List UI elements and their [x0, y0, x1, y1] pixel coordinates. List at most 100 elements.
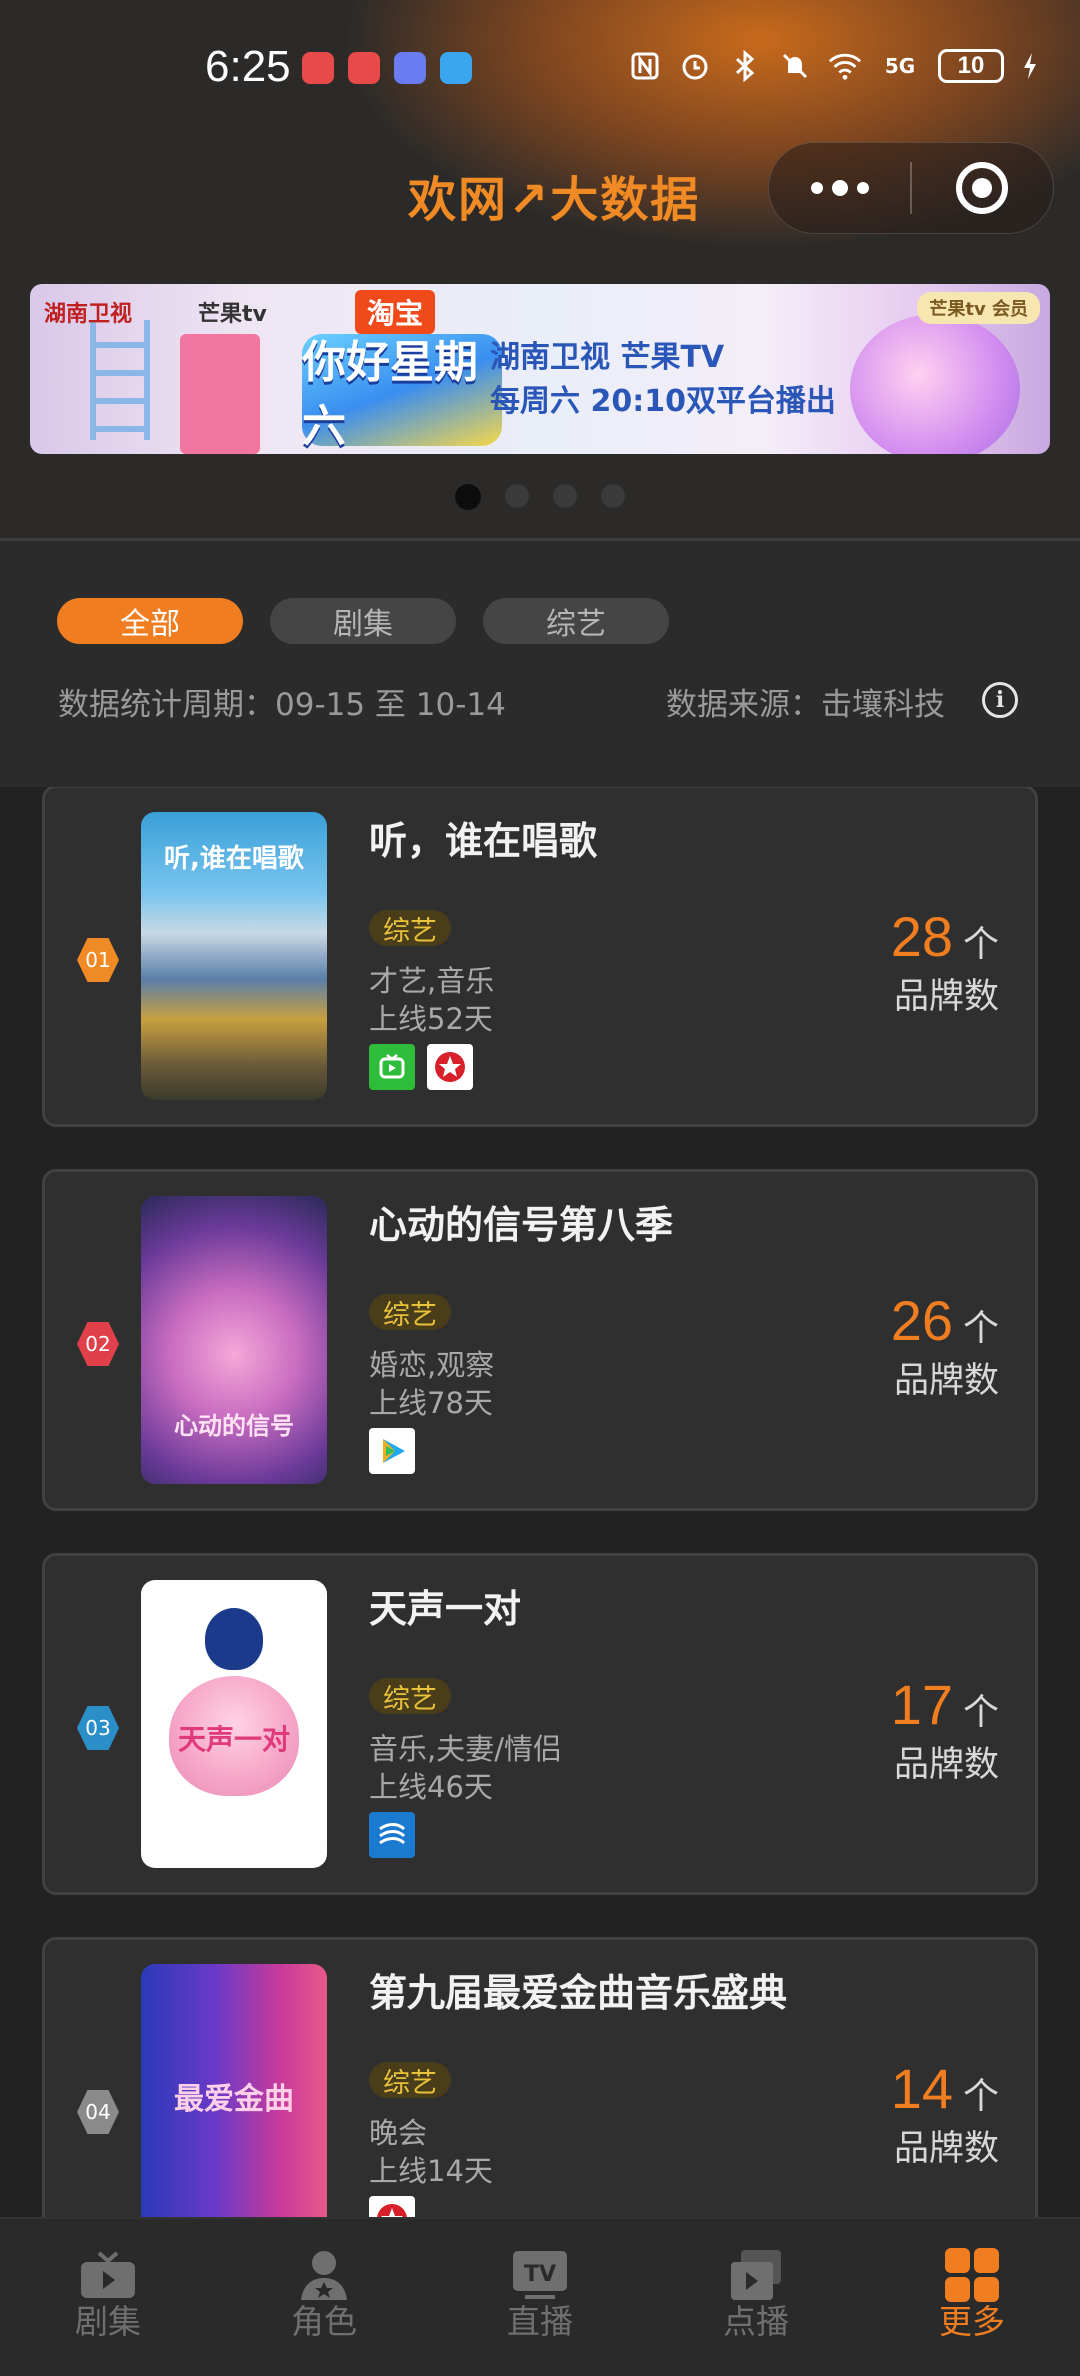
- more-dots-icon[interactable]: [769, 142, 910, 234]
- alarm-icon: [678, 49, 712, 83]
- huawei-app-icon: [348, 52, 380, 84]
- brand-count: 17 个: [891, 1672, 999, 1737]
- brand-count-unit: 个: [962, 2076, 999, 2117]
- ranking-card[interactable]: 02 心动的信号 心动的信号第八季 综艺 婚恋,观察 上线78天 26 个 品牌…: [42, 1169, 1038, 1511]
- status-time: 6:25: [205, 42, 291, 91]
- tv-icon: [78, 2247, 138, 2303]
- show-genres: 晚会: [369, 2116, 428, 2150]
- data-source: 数据来源：击壤科技: [666, 687, 945, 723]
- category-tag: 综艺: [369, 2062, 451, 2099]
- mango-tv-logo: 芒果tv: [198, 302, 267, 327]
- brand-count-value: 28: [890, 905, 953, 968]
- header: 6:25 5G 10 欢网↗大数据 湖南卫视 芒果tv 你好星期六 淘宝 湖南卫…: [0, 0, 1080, 540]
- show-genres: 婚恋,观察: [369, 1348, 495, 1382]
- platform-list: [369, 1812, 415, 1858]
- category-tag: 综艺: [369, 1294, 451, 1331]
- brand-count-label: 品牌数: [893, 1745, 999, 1785]
- brand-count-value: 26: [890, 1289, 953, 1352]
- brand-count: 26 个: [891, 1288, 999, 1353]
- banner-pagination: [455, 484, 625, 510]
- brand-count-label: 品牌数: [893, 977, 999, 1017]
- pagination-dot[interactable]: [553, 484, 577, 508]
- pagination-dot[interactable]: [455, 484, 481, 510]
- rank-badge: 02: [77, 1322, 119, 1366]
- ranking-card[interactable]: 04 最爱金曲 第九届最爱金曲音乐盛典 综艺 晚会 上线14天 14 个 品牌数: [42, 1937, 1038, 2217]
- huawei-app-icon: [302, 52, 334, 84]
- grid-icon: [942, 2247, 1002, 2303]
- banner-ladder-graphic: [90, 320, 150, 440]
- svg-text:TV: TV: [524, 2262, 556, 2287]
- filter-section: 全部 剧集 综艺 数据统计周期：09-15 至 10-14 数据来源：击壤科技 …: [0, 541, 1080, 787]
- show-genres: 才艺,音乐: [369, 964, 495, 998]
- show-poster: 最爱金曲: [141, 1964, 327, 2217]
- dragon-tv-icon: [369, 2196, 415, 2217]
- rank-badge: 03: [77, 1706, 119, 1750]
- mango-member-badge: 芒果tv 会员: [917, 292, 1040, 324]
- brand-count-unit: 个: [962, 1308, 999, 1349]
- poster-title: 听,谁在唱歌: [164, 844, 304, 874]
- ranking-card[interactable]: 01 听,谁在唱歌 听，谁在唱歌 综艺 才艺,音乐 上线52天 28 个 品牌数: [42, 787, 1038, 1127]
- ranking-list: 01 听,谁在唱歌 听，谁在唱歌 综艺 才艺,音乐 上线52天 28 个 品牌数…: [0, 787, 1080, 2217]
- filter-tab-variety[interactable]: 综艺: [483, 598, 669, 644]
- ranking-card[interactable]: 03 天声一对 天声一对 综艺 音乐,夫妻/情侣 上线46天 17 个 品牌数: [42, 1553, 1038, 1895]
- brand-count-value: 17: [890, 1673, 953, 1736]
- show-poster: 天声一对: [141, 1580, 327, 1868]
- filter-tab-drama[interactable]: 剧集: [270, 598, 456, 644]
- charging-icon: [1020, 49, 1040, 83]
- poster-title: 最爱金曲: [174, 2082, 294, 2117]
- bottom-nav: 剧集 角色 TV 直播 点播 更多: [0, 2217, 1080, 2376]
- app-brand-logo: 欢网↗大数据: [408, 172, 701, 228]
- platform-list: [369, 1428, 415, 1474]
- nav-item-more[interactable]: 更多: [864, 2219, 1080, 2376]
- bluetooth-app-icon: [394, 52, 426, 84]
- promo-banner[interactable]: 湖南卫视 芒果tv 你好星期六 淘宝 湖南卫视 芒果TV 每周六 20:10双平…: [30, 284, 1050, 454]
- nfc-icon: [628, 49, 662, 83]
- brand-count-unit: 个: [962, 924, 999, 965]
- brand-count-label: 品牌数: [893, 2129, 999, 2169]
- rank-badge: 01: [77, 938, 119, 982]
- show-days-online: 上线52天: [369, 1002, 493, 1036]
- show-poster: 心动的信号: [141, 1196, 327, 1484]
- tencent-video-icon: [369, 1428, 415, 1474]
- network-5g-icon: 5G: [884, 54, 916, 78]
- nav-item-live[interactable]: TV 直播: [432, 2219, 648, 2376]
- bluetooth-icon: [728, 49, 762, 83]
- platform-list: [369, 2196, 415, 2217]
- poster-title: 心动的信号: [174, 1412, 294, 1440]
- show-genres: 音乐,夫妻/情侣: [369, 1732, 562, 1766]
- brand-count-unit: 个: [962, 1692, 999, 1733]
- filter-tab-all[interactable]: 全部: [57, 598, 243, 644]
- taobao-badge: 淘宝: [355, 290, 436, 334]
- dragon-tv-icon: [427, 1044, 473, 1090]
- poster-title: 天声一对: [177, 1723, 290, 1756]
- show-days-online: 上线78天: [369, 1386, 493, 1420]
- banner-line1: 湖南卫视 芒果TV: [490, 340, 725, 375]
- category-tag: 综艺: [369, 910, 451, 947]
- nav-item-drama[interactable]: 剧集: [0, 2219, 216, 2376]
- nav-item-role[interactable]: 角色: [216, 2219, 432, 2376]
- brand-count: 28 个: [891, 904, 999, 969]
- platform-list: [369, 1044, 473, 1090]
- target-icon[interactable]: [912, 142, 1053, 234]
- brand-count-value: 14: [890, 2057, 953, 2120]
- show-title: 天声一对: [369, 1587, 522, 1631]
- iqiyi-icon: [369, 1044, 415, 1090]
- info-icon[interactable]: i: [982, 682, 1018, 718]
- nav-item-vod[interactable]: 点播: [648, 2219, 864, 2376]
- zhejiang-tv-icon: [369, 1812, 415, 1858]
- pagination-dot[interactable]: [505, 484, 529, 508]
- pagination-dot[interactable]: [601, 484, 625, 508]
- hunan-tv-logo: 湖南卫视: [44, 302, 133, 327]
- category-tag: 综艺: [369, 1678, 451, 1715]
- banner-line2: 每周六 20:10双平台播出: [490, 384, 836, 419]
- play-stack-icon: [726, 2247, 786, 2303]
- tv-live-icon: TV: [510, 2247, 570, 2303]
- show-days-online: 上线46天: [369, 1770, 493, 1804]
- brand-count: 14 个: [891, 2056, 999, 2121]
- show-days-online: 上线14天: [369, 2154, 493, 2188]
- show-title: 心动的信号第八季: [369, 1203, 674, 1247]
- browser-app-icon: [440, 52, 472, 84]
- status-icons: 5G 10: [628, 44, 1040, 88]
- wifi-icon: [828, 49, 862, 83]
- status-bar: 6:25 5G 10: [0, 0, 1080, 130]
